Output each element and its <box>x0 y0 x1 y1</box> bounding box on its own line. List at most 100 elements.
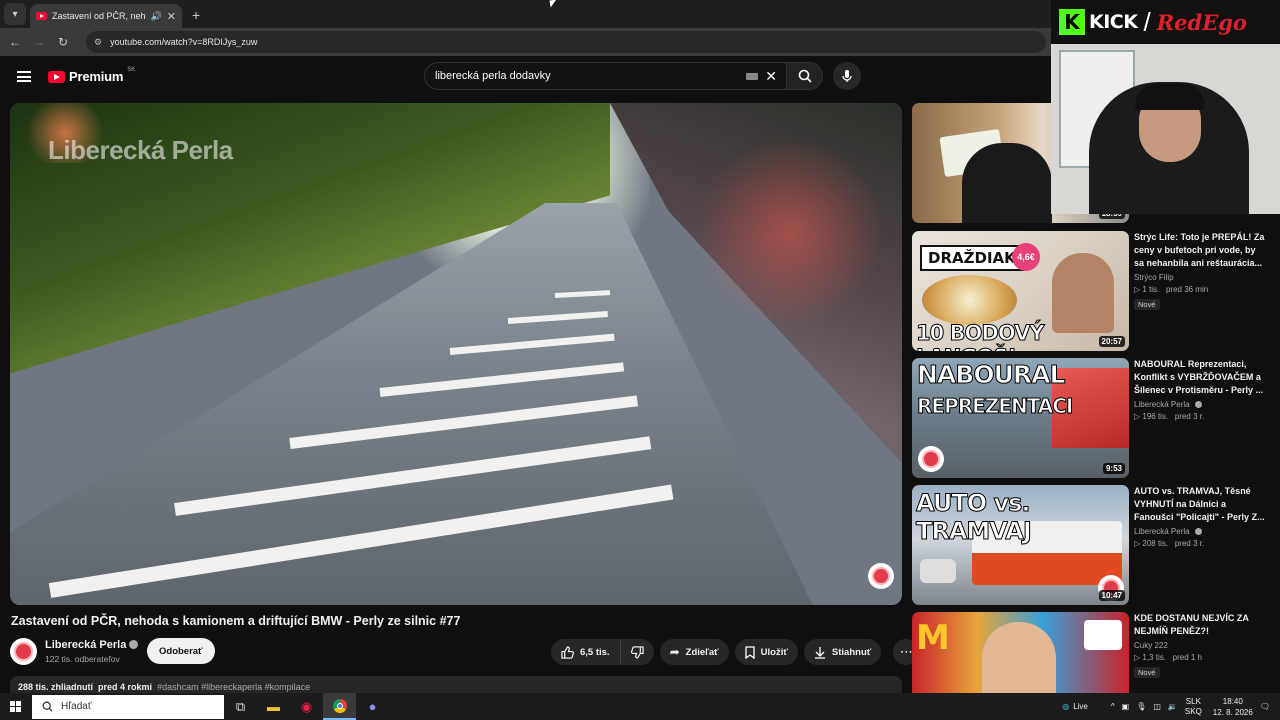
like-dislike-group: 6,5 tis. <box>551 639 654 665</box>
kick-text: KICK <box>1089 11 1138 33</box>
share-button[interactable]: ➦ Zdieľať <box>659 639 729 665</box>
recommendation-title[interactable]: AUTO vs. TRAMVAJ, Těsné VYHNUTÍ na Dálni… <box>1134 485 1266 524</box>
banner-separator: / <box>1143 6 1151 37</box>
language-secondary: SKQ <box>1184 706 1202 716</box>
close-tab-icon[interactable]: ✕ <box>167 10 176 23</box>
browser-tab[interactable]: Zastavení od PČR, nehoda s kamion 🔊 ✕ <box>30 4 182 28</box>
video-watermark: Liberecká Perla <box>48 135 233 165</box>
back-arrow-icon[interactable]: ← <box>8 35 22 49</box>
recommendation-thumbnail[interactable]: AUTO vs. TRAMVAJ 10:47 <box>912 485 1129 605</box>
logo-text: Premium <box>69 69 124 84</box>
keyboard-icon[interactable] <box>746 73 758 80</box>
voice-search-button[interactable] <box>833 62 861 90</box>
channel-avatar[interactable] <box>10 638 37 665</box>
like-button[interactable]: 6,5 tis. <box>551 639 621 665</box>
recommendation-item[interactable]: DRAŽDIAK 4,6€ 10 BODOVÝ LANGOŠ! 20:57 St… <box>912 231 1272 351</box>
search-icon <box>798 69 812 83</box>
chrome-icon[interactable] <box>323 693 356 720</box>
recommendation-channel-link[interactable]: Liberecká Perla <box>1134 400 1266 409</box>
recommendation-age: pred 36 min <box>1165 285 1209 294</box>
video-duration: 10:47 <box>1098 590 1125 601</box>
recommendation-thumbnail[interactable]: NABOURAL REPREZENTACI 9:53 <box>912 358 1129 478</box>
search-icon <box>42 701 53 712</box>
upload-age: pred 4 rokmi <box>98 682 153 692</box>
recommendation-info: AUTO vs. TRAMVAJ, Těsné VYHNUTÍ na Dálni… <box>1134 485 1266 548</box>
windows-taskbar: Hľadať ⧉ ▬ ◉ ● ◍ Live ^ ▣ 🎙 ◫ 🔉 SLK SKQ … <box>0 693 1280 720</box>
thumbnail-car <box>920 559 956 583</box>
start-button[interactable] <box>0 701 30 712</box>
save-button[interactable]: Uložiť <box>734 639 798 665</box>
recommendation-item[interactable]: AUTO vs. TRAMVAJ 10:47 AUTO vs. TRAMVAJ,… <box>912 485 1272 605</box>
video-frame-blur <box>690 143 890 323</box>
new-tab-icon[interactable]: + <box>192 7 200 23</box>
reload-icon[interactable]: ↻ <box>56 35 70 49</box>
clear-search-icon[interactable]: ✕ <box>765 68 777 85</box>
system-tray: ◍ Live ^ ▣ 🎙 ◫ 🔉 SLK SKQ 18:40 12. 8. 20… <box>1062 696 1280 718</box>
file-explorer-icon[interactable]: ▬ <box>257 693 290 720</box>
video-title: Zastavení od PČR, nehoda s kamionem a dr… <box>11 614 461 628</box>
taskbar-search[interactable]: Hľadať <box>32 694 224 719</box>
download-button[interactable]: Stiahnuť <box>803 639 882 665</box>
recommendation-title[interactable]: KDE DOSTANU NEJVÍC ZA NEJMÍŇ PENĚZ?! <box>1134 612 1266 638</box>
youtube-play-logo-icon <box>48 70 65 83</box>
bookmark-icon <box>745 645 755 659</box>
network-icon[interactable]: ◫ <box>1153 702 1161 711</box>
recommendation-views: 1 tis. <box>1142 285 1160 294</box>
live-label: Live <box>1073 702 1088 711</box>
video-duration: 20:57 <box>1098 336 1125 347</box>
volume-icon[interactable]: 🔉 <box>1168 702 1178 711</box>
thumbnail-title-box: DRAŽDIAK <box>920 245 1024 271</box>
forward-arrow-icon[interactable]: → <box>32 35 46 49</box>
clock-date: 12. 8. 2026 <box>1212 707 1253 717</box>
new-badge: Nové <box>1134 299 1160 310</box>
task-view-icon[interactable]: ⧉ <box>224 693 257 720</box>
channel-name-link[interactable]: Liberecká Perla <box>45 639 139 651</box>
recommendation-meta: ▷ 196 tis. pred 3 r. <box>1134 412 1205 421</box>
recommendation-item[interactable]: M KDE DOSTANU NEJVÍC ZA NEJMÍŇ PENĚZ?! C… <box>912 612 1272 693</box>
kick-logo-icon: K <box>1059 9 1085 35</box>
recommendation-views: 196 tis. <box>1142 412 1169 421</box>
language-indicator[interactable]: SLK SKQ <box>1185 697 1202 717</box>
channel-watermark-icon[interactable] <box>868 563 894 589</box>
recommendation-title[interactable]: Strýc Life: Toto je PREPÁL! Za ceny v bu… <box>1134 231 1266 270</box>
tab-search-menu-icon[interactable]: ▾ <box>4 3 26 25</box>
recommendation-item[interactable]: NABOURAL REPREZENTACI 9:53 NABOURAL Repr… <box>912 358 1272 478</box>
search-input[interactable]: liberecká perla dodavky ✕ <box>424 62 786 90</box>
recommendation-age: pred 1 h <box>1172 653 1202 662</box>
video-actions: 6,5 tis. ➦ Zdieľať Uložiť Stiahnuť ⋯ <box>551 639 920 665</box>
search-button[interactable] <box>786 62 823 90</box>
discord-icon[interactable]: ● <box>356 693 389 720</box>
verified-badge-icon <box>129 640 139 649</box>
site-info-icon[interactable]: ⚙ <box>94 37 102 48</box>
speaker-icon[interactable]: 🔊 <box>151 11 162 22</box>
notifications-icon[interactable]: 🗨 <box>1260 702 1270 711</box>
youtube-premium-logo[interactable]: Premium SK <box>48 67 135 84</box>
video-player[interactable]: Liberecká Perla <box>10 103 902 605</box>
recommendation-thumbnail[interactable]: DRAŽDIAK 4,6€ 10 BODOVÝ LANGOŠ! 20:57 <box>912 231 1129 351</box>
verified-badge-icon <box>1194 401 1202 408</box>
youtube-favicon-icon <box>36 12 47 20</box>
tray-app-icon[interactable]: ▣ <box>1122 702 1130 711</box>
recommendation-thumbnail[interactable]: M <box>912 612 1129 693</box>
tray-mic-icon[interactable]: 🎙 <box>1136 702 1146 711</box>
recommendation-channel-link[interactable]: Liberecká Perla <box>1134 527 1266 536</box>
taskbar-clock[interactable]: 18:40 12. 8. 2026 <box>1213 696 1253 718</box>
screen: ▾ Zastavení od PČR, nehoda s kamion 🔊 ✕ … <box>0 0 1280 720</box>
new-badge: Nové <box>1134 667 1160 678</box>
recommendation-channel[interactable]: Cuky 222 <box>1134 641 1266 650</box>
hashtags[interactable]: #dashcam #libereckaperla #kompilace <box>157 682 310 692</box>
recommendation-channel[interactable]: Strýco Filip <box>1134 273 1266 282</box>
url-field[interactable]: ⚙ youtube.com/watch?v=8RDIJys_zuw <box>86 31 1046 53</box>
subscribe-button[interactable]: Odoberať <box>147 638 215 664</box>
obs-icon[interactable]: ◉ <box>290 693 323 720</box>
taskbar-search-placeholder: Hľadať <box>61 701 92 712</box>
recommendation-channel: Liberecká Perla <box>1134 400 1190 409</box>
tray-chevron-up-icon[interactable]: ^ <box>1111 702 1115 711</box>
like-count: 6,5 tis. <box>580 646 610 658</box>
dislike-button[interactable] <box>621 639 654 665</box>
live-widget[interactable]: ◍ Live <box>1062 702 1088 711</box>
recommendation-title[interactable]: NABOURAL Reprezentaci, Konflikt s VYBRŽĎ… <box>1134 358 1266 397</box>
thumbnail-langos <box>922 275 1017 325</box>
windows-logo-icon <box>9 701 21 712</box>
hamburger-menu-icon[interactable] <box>17 71 31 82</box>
